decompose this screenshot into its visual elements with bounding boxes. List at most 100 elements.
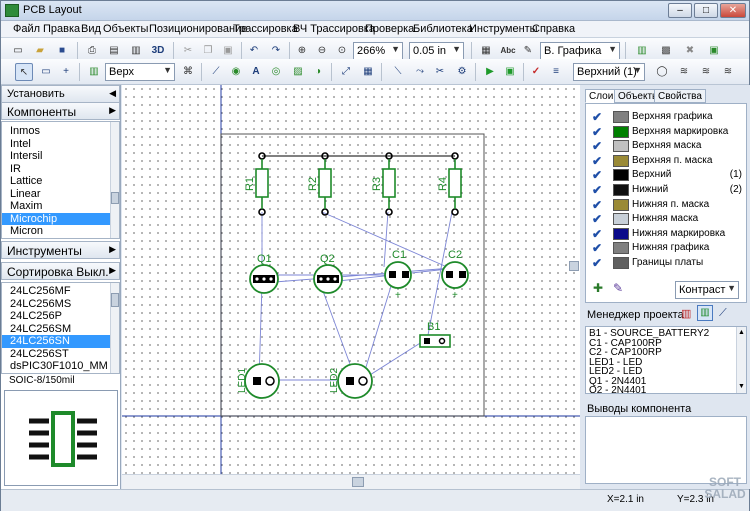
part-item[interactable]: 24LC256SN bbox=[2, 335, 119, 348]
undo-icon[interactable]: ↶ bbox=[245, 42, 263, 60]
crosshair-icon[interactable]: + bbox=[57, 63, 75, 81]
layer-row[interactable]: ✔ Нижний (2) bbox=[592, 183, 742, 197]
pm-net-icon[interactable]: ⟋ bbox=[719, 307, 727, 320]
canvas-vscroll-thumb[interactable] bbox=[569, 261, 579, 271]
layer-row[interactable]: ✔ Верхняя маркировка bbox=[592, 125, 742, 139]
menu-routing[interactable]: Трассировка bbox=[233, 23, 298, 35]
part-item[interactable]: 24LC256MF bbox=[2, 285, 119, 298]
vendor-item[interactable]: Inmos bbox=[2, 125, 119, 138]
layer-row[interactable]: ✔ Нижняя п. маска bbox=[592, 198, 742, 212]
layer-list[interactable]: ✔ Верхняя графика ✔ Верхняя маркировка ✔ Верх… bbox=[585, 103, 747, 303]
drc-settings-icon[interactable]: ≡ bbox=[547, 63, 565, 81]
vendor-item[interactable]: Intel bbox=[2, 138, 119, 151]
side-select[interactable]: Верх ▼ bbox=[105, 63, 175, 81]
layer-top-icon[interactable]: ≋ bbox=[675, 63, 693, 81]
pcb-canvas[interactable]: R1 R2 R3 R4 Q1 Q2 C1 C2 + + B1 LED1 LED2 bbox=[122, 85, 580, 474]
text-tool-icon[interactable]: A bbox=[247, 63, 265, 81]
layer-row[interactable]: ✔ Границы платы bbox=[592, 256, 742, 270]
part-list[interactable]: 24LC256MF 24LC256MS 24LC256P 24LC256SM 24LC2… bbox=[1, 282, 120, 374]
vendor-item[interactable]: Lattice bbox=[2, 175, 119, 188]
layer-settings-icon[interactable]: ▦ bbox=[477, 42, 495, 60]
part-item[interactable]: 24LC256ST bbox=[2, 348, 119, 361]
layer-row[interactable]: ✔ Нижняя маска bbox=[592, 212, 742, 226]
polygon-icon[interactable]: ▨ bbox=[289, 63, 307, 81]
layer-color-swatch[interactable] bbox=[613, 213, 629, 226]
menu-hf-routing[interactable]: ВЧ Трассировка bbox=[293, 23, 375, 35]
print-preview-icon[interactable]: ▤ bbox=[105, 42, 123, 60]
add-layer-icon[interactable]: ✚ bbox=[593, 281, 603, 295]
layer-row[interactable]: ✔ Верхняя п. маска bbox=[592, 154, 742, 168]
close-button[interactable]: ✕ bbox=[720, 3, 746, 18]
layer-color-swatch[interactable] bbox=[613, 198, 629, 211]
layer-color-swatch[interactable] bbox=[613, 169, 629, 182]
layer-bottom-icon[interactable]: ≋ bbox=[697, 63, 715, 81]
components-header[interactable]: Компоненты ▶ bbox=[1, 102, 120, 120]
checkbox-checked-icon[interactable]: ✔ bbox=[592, 198, 602, 212]
layer-row[interactable]: ✔ Верхняя графика bbox=[592, 110, 742, 124]
route-icon[interactable]: ⟍ bbox=[389, 63, 407, 81]
project-tree[interactable]: B1 - SOURCE_BATTERY2 C1 - CAP100RP C2 - CA… bbox=[585, 326, 747, 394]
vendor-item[interactable]: Microchip bbox=[2, 212, 119, 225]
layer-all-icon[interactable]: ≋ bbox=[719, 63, 737, 81]
canvas-hscrollbar[interactable] bbox=[122, 474, 580, 489]
part-item[interactable]: 24LC256MS bbox=[2, 298, 119, 311]
arc-icon[interactable]: ◑ bbox=[309, 63, 327, 81]
minimize-button[interactable]: – bbox=[668, 3, 692, 18]
export-gerber-icon[interactable]: ▣ bbox=[501, 63, 519, 81]
edit-layer-icon[interactable]: ✎ bbox=[613, 281, 623, 295]
vendor-item[interactable]: Linear bbox=[2, 188, 119, 201]
redo-icon[interactable]: ↷ bbox=[267, 42, 285, 60]
menu-tools[interactable]: Инструменты bbox=[469, 23, 538, 35]
unroute-icon[interactable]: ✂ bbox=[431, 63, 449, 81]
autoroute-icon[interactable]: ⤳ bbox=[411, 63, 429, 81]
print-icon[interactable]: ⎙ bbox=[83, 42, 101, 60]
part-scrollbar[interactable] bbox=[110, 283, 119, 373]
sort-header[interactable]: Сортировка Выкл. ▶ bbox=[1, 262, 120, 280]
layer-row[interactable]: ✔ Верхний (1) bbox=[592, 168, 742, 182]
view-eye-icon[interactable]: ◯ bbox=[653, 63, 671, 81]
zoom-in-icon[interactable]: ⊕ bbox=[293, 42, 311, 60]
layer-color-swatch[interactable] bbox=[613, 125, 629, 138]
tab-properties[interactable]: Свойства bbox=[654, 89, 706, 103]
component-icon[interactable]: ▥ bbox=[633, 42, 651, 60]
layer-row[interactable]: ✔ Нижняя маркировка bbox=[592, 227, 742, 241]
array-icon[interactable]: ▦ bbox=[359, 63, 377, 81]
layer-color-swatch[interactable] bbox=[613, 111, 629, 123]
component-icon-2[interactable]: ▥ bbox=[85, 63, 103, 81]
cut-icon[interactable]: ✂ bbox=[179, 42, 197, 60]
pad-icon[interactable]: ◉ bbox=[227, 63, 245, 81]
checkbox-checked-icon[interactable]: ✔ bbox=[592, 241, 602, 255]
open-folder-icon[interactable]: ▰ bbox=[31, 42, 49, 60]
checkbox-checked-icon[interactable]: ✔ bbox=[592, 154, 602, 168]
vendor-item[interactable]: Maxim bbox=[2, 200, 119, 213]
track-icon[interactable]: ⟋ bbox=[207, 63, 225, 81]
new-file-icon[interactable]: ▭ bbox=[9, 42, 27, 60]
layer-row[interactable]: ✔ Верхняя маска bbox=[592, 139, 742, 153]
measure-icon[interactable]: ⤢ bbox=[337, 63, 355, 81]
layer-color-swatch[interactable] bbox=[613, 242, 629, 255]
vendor-item[interactable]: IR bbox=[2, 163, 119, 176]
part-item[interactable]: dsPIC30F1010_MM bbox=[2, 360, 119, 373]
play-icon[interactable]: ▶ bbox=[481, 63, 499, 81]
install-component-header[interactable]: Установить компонент◀ bbox=[1, 85, 120, 112]
checkbox-checked-icon[interactable]: ✔ bbox=[592, 125, 602, 139]
menu-edit[interactable]: Правка bbox=[43, 23, 80, 35]
save-icon[interactable]: ■ bbox=[53, 42, 71, 60]
checkbox-checked-icon[interactable]: ✔ bbox=[592, 256, 602, 270]
via-icon[interactable]: ◎ bbox=[267, 63, 285, 81]
menu-view[interactable]: Вид bbox=[81, 23, 101, 35]
component-pins-list[interactable] bbox=[585, 416, 747, 484]
grid-icon[interactable]: ▩ bbox=[657, 42, 675, 60]
tab-layers[interactable]: Слои bbox=[585, 89, 618, 103]
route-settings-icon[interactable]: ⚙ bbox=[453, 63, 471, 81]
drc-check-icon[interactable]: ✓ bbox=[527, 63, 545, 81]
layer-color-swatch[interactable] bbox=[613, 257, 629, 269]
pen-icon[interactable]: ✎ bbox=[519, 42, 537, 60]
checkbox-checked-icon[interactable]: ✔ bbox=[592, 110, 602, 124]
menu-help[interactable]: Справка bbox=[532, 23, 575, 35]
copy-icon[interactable]: ❐ bbox=[199, 42, 217, 60]
export-icon[interactable]: ▥ bbox=[127, 42, 145, 60]
zoom-select[interactable]: 266% ▼ bbox=[353, 42, 403, 60]
part-item[interactable]: 24LC256SM bbox=[2, 323, 119, 336]
maximize-button[interactable]: □ bbox=[694, 3, 718, 18]
